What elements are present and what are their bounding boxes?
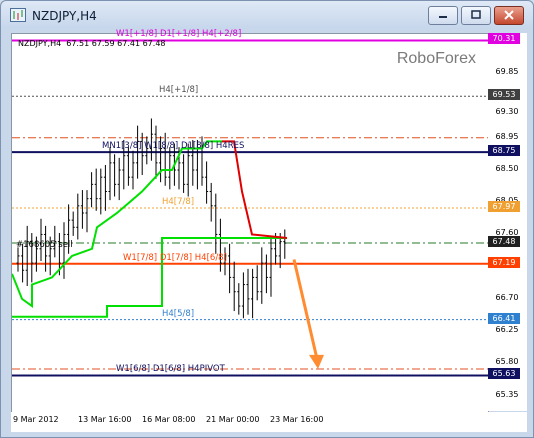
time-tick-label: 16 Mar 08:00 [142, 415, 196, 424]
level-label: H4[5/8] [162, 308, 195, 319]
trailing-line-upper [12, 140, 222, 308]
price-axis[interactable]: 69.8569.3068.9568.5068.0567.6067.1566.70… [488, 33, 527, 411]
chart-canvas [12, 39, 488, 377]
price-tick-label: 66.70 [495, 292, 519, 302]
time-tick-label: 23 Mar 16:00 [270, 415, 324, 424]
price-tick-label: 65.80 [495, 357, 519, 367]
price-tick-label: 65.35 [495, 389, 519, 399]
watermark: RoboForex [396, 50, 476, 67]
price-level-tag: 68.75 [488, 145, 520, 157]
price-tick-label: 66.25 [495, 325, 519, 335]
time-tick-label: 9 Mar 2012 [13, 415, 59, 424]
level-label: H4[7/8] [162, 196, 195, 207]
level-label: W1[7/8] D1[7/8] H4[6/8] [123, 252, 227, 263]
level-label: W1[6/8] D1[6/8] H4PIVOT [116, 364, 225, 375]
price-level-tag: 70.31 [488, 33, 520, 45]
close-icon [504, 10, 514, 20]
title-bar[interactable]: NZDJPY,H4 [1, 1, 533, 29]
time-axis[interactable]: 9 Mar 2012 13 Mar 16:00 16 Mar 08:00 21 Mar… [11, 412, 527, 432]
level-label: W1[+1/8] D1[+1/8] H4[+2/8] [116, 29, 242, 40]
maximize-icon [471, 10, 481, 19]
minimize-button[interactable] [428, 6, 458, 25]
price-chart[interactable]: NZDJPY,H4 67.51 67.59 67.41 67.48 RoboFo… [11, 29, 489, 413]
symbol-info-line: NZDJPY,H4 67.51 67.59 67.41 67.48 [18, 39, 166, 48]
price-level-tag: 66.41 [488, 312, 520, 324]
price-level-tag: 69.53 [488, 89, 520, 101]
minimize-icon [439, 16, 447, 18]
price-level-tag: 67.48 [488, 236, 520, 248]
trade-label: #168605 sell [16, 240, 73, 250]
price-tick-label: 69.30 [495, 106, 519, 116]
chart-icon [10, 8, 26, 22]
level-label: MN1[3/8] W1[8/8] D1[8/8] H4RES [102, 141, 245, 152]
price-level-tag: 67.97 [488, 200, 520, 212]
time-tick-label: 13 Mar 16:00 [78, 415, 132, 424]
forecast-arrow [292, 259, 319, 360]
trailing-line-red [222, 140, 288, 240]
price-level-tag: 67.19 [488, 256, 520, 268]
price-level-tag: 65.63 [488, 368, 520, 380]
chart-window: NZDJPY,H4 NZDJPY,H4 67.51 67.59 67.41 67… [0, 0, 534, 438]
level-label: H4[+1/8] [159, 85, 199, 96]
price-tick-label: 68.95 [495, 131, 519, 141]
price-tick-label: 68.50 [495, 164, 519, 174]
price-tick-label: 69.85 [495, 67, 519, 77]
window-title: NZDJPY,H4 [32, 9, 97, 23]
close-button[interactable] [494, 6, 524, 25]
forecast-arrowhead [309, 354, 324, 369]
time-tick-label: 21 Mar 00:00 [206, 415, 260, 424]
maximize-button[interactable] [461, 6, 491, 25]
